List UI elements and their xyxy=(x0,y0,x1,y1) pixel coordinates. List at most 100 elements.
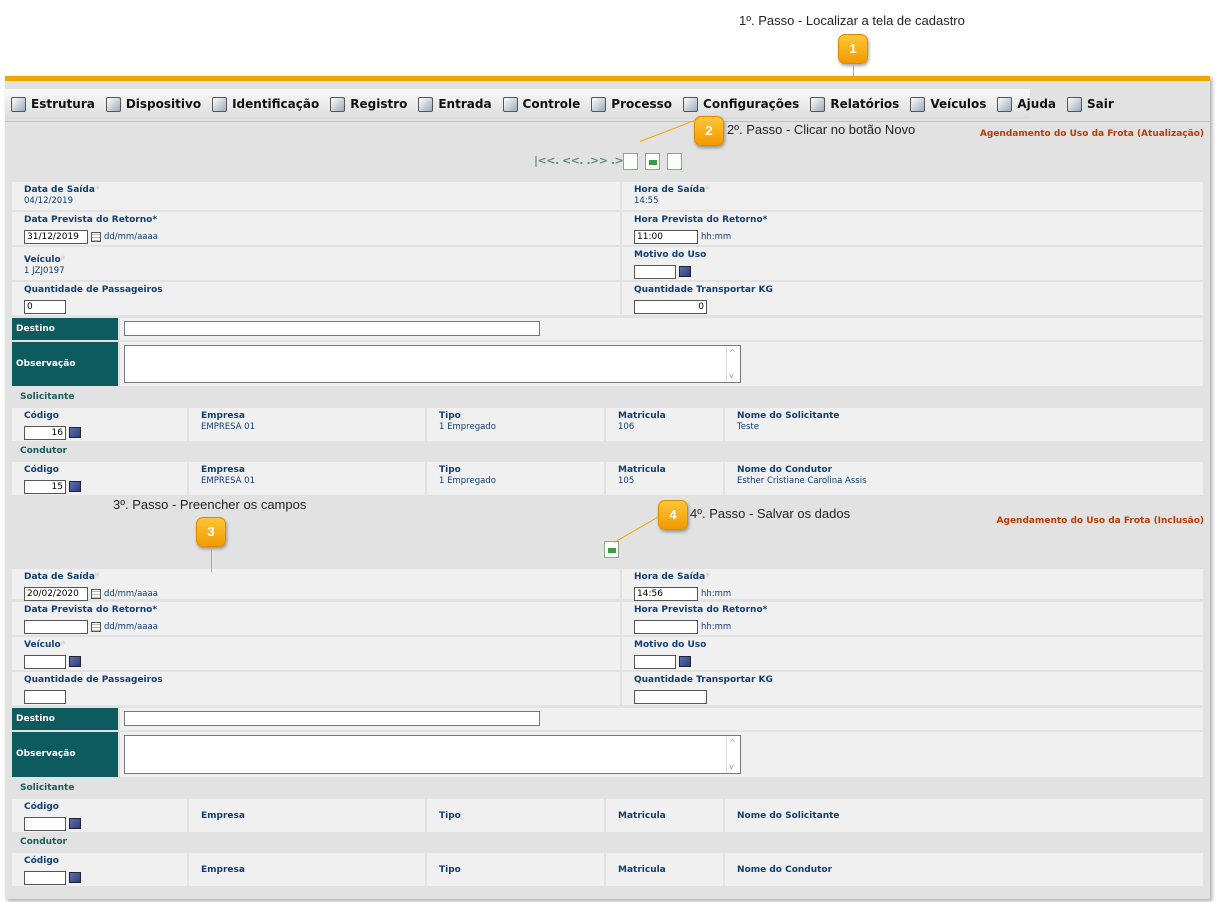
insert-observacao-textarea[interactable]: ^ v xyxy=(124,735,741,774)
control-icon xyxy=(502,96,518,112)
menu-item-sair[interactable]: Sair xyxy=(1067,96,1114,112)
menu-item-identificação[interactable]: Identificação xyxy=(212,96,319,112)
update-hora-retorno-input[interactable]: 11:00 xyxy=(634,229,698,244)
insert-destino-input[interactable] xyxy=(124,711,540,726)
insert-cond-codigo-cell: Código xyxy=(12,853,187,886)
menu-item-processo[interactable]: Processo xyxy=(591,96,672,112)
insert-kg-input[interactable] xyxy=(634,689,707,704)
insert-motivo-cell: Motivo do Uso xyxy=(622,637,1203,670)
update-solicitante-title: Solicitante xyxy=(20,392,75,402)
insert-cond-codigo-label: Código xyxy=(24,856,59,866)
update-passageiros-input[interactable]: 0 xyxy=(24,299,66,314)
time-format-hint: hh:mm xyxy=(701,231,732,242)
insert-data-saida-label: Data de Saída xyxy=(24,572,95,582)
insert-hora-saida-input[interactable]: 14:56 xyxy=(634,586,698,601)
entry-icon xyxy=(418,96,434,112)
insert-sol-codigo-label: Código xyxy=(24,802,59,812)
insert-cond-codigo-input[interactable] xyxy=(24,870,66,885)
time-format-hint: hh:mm xyxy=(701,621,732,632)
calendar-icon[interactable] xyxy=(91,588,101,599)
update-cond-empresa-cell: Empresa EMPRESA 01 xyxy=(189,462,425,495)
update-cond-codigo-label: Código xyxy=(24,465,59,475)
menu-item-relatórios[interactable]: Relatórios xyxy=(810,96,899,112)
insert-motivo-input[interactable] xyxy=(634,654,676,669)
update-sol-matricula-label: Matricula xyxy=(618,411,666,421)
undo-record-button[interactable] xyxy=(667,153,682,170)
register-icon xyxy=(330,96,346,112)
main-menu: Estrutura Dispositivo Identificação Registr… xyxy=(5,89,1114,119)
vehicles-icon xyxy=(910,96,926,112)
update-kg-input[interactable]: 0 xyxy=(634,299,707,314)
step-1-text: 1º. Passo - Localizar a tela de cadastro xyxy=(739,13,965,28)
update-sol-codigo-cell: Código 16 xyxy=(12,408,187,441)
update-veiculo-cell: Veículo* 1 JZJ0197 xyxy=(12,247,620,280)
insert-sol-codigo-input[interactable] xyxy=(24,816,66,831)
insert-destino-label: Destino xyxy=(12,708,118,730)
insert-data-retorno-input[interactable] xyxy=(24,619,88,634)
update-form-title: Agendamento do Uso da Frota (Atualização… xyxy=(979,129,1204,139)
time-format-hint: hh:mm xyxy=(701,588,732,599)
menu-item-dispositivo[interactable]: Dispositivo xyxy=(105,96,202,112)
update-sol-nome-value: Teste xyxy=(737,422,759,432)
update-data-saida-label: Data de Saída xyxy=(24,185,95,195)
new-record-button[interactable] xyxy=(623,153,638,170)
menu-item-configurações[interactable]: Configurações xyxy=(683,96,799,112)
update-observacao-cell: ^ v xyxy=(120,342,1203,386)
textarea-scrollbar[interactable]: ^ v xyxy=(726,736,740,773)
insert-passageiros-input[interactable] xyxy=(24,689,66,704)
update-sol-empresa-label: Empresa xyxy=(201,411,245,421)
update-cond-codigo-input[interactable]: 15 xyxy=(24,479,66,494)
lookup-icon[interactable] xyxy=(679,266,691,277)
insert-cond-nome-cell: Nome do Condutor xyxy=(725,853,1203,886)
menu-item-label: Dispositivo xyxy=(125,97,202,111)
reports-icon xyxy=(810,96,826,112)
insert-veiculo-input[interactable] xyxy=(24,654,66,669)
insert-destino-cell xyxy=(120,708,1203,730)
lookup-icon[interactable] xyxy=(69,481,81,492)
update-motivo-input[interactable] xyxy=(634,264,676,279)
update-destino-cell xyxy=(120,318,1203,340)
menu-item-label: Controle xyxy=(522,97,581,111)
insert-cond-tipo-cell: Tipo xyxy=(427,853,604,886)
update-passageiros-cell: Quantidade de Passageiros 0 xyxy=(12,282,620,315)
menu-item-ajuda[interactable]: Ajuda xyxy=(997,96,1056,112)
lookup-icon[interactable] xyxy=(679,656,691,667)
lookup-icon[interactable] xyxy=(69,427,81,438)
update-kg-cell: Quantidade Transportar KG 0 xyxy=(622,282,1203,315)
update-kg-label: Quantidade Transportar KG xyxy=(634,285,773,295)
insert-sol-matricula-cell: Matricula xyxy=(606,799,723,832)
menu-item-controle[interactable]: Controle xyxy=(502,96,581,112)
insert-cond-nome-label: Nome do Condutor xyxy=(737,865,833,875)
update-cond-matricula-cell: Matricula 105 xyxy=(606,462,723,495)
update-data-saida-cell: Data de Saída* 04/12/2019 xyxy=(12,182,620,210)
lookup-icon[interactable] xyxy=(69,872,81,883)
lookup-icon[interactable] xyxy=(69,818,81,829)
update-observacao-textarea[interactable]: ^ v xyxy=(124,345,741,383)
menu-item-estrutura[interactable]: Estrutura xyxy=(11,96,95,112)
insert-data-saida-input[interactable]: 20/02/2020 xyxy=(24,586,88,601)
update-data-retorno-input[interactable]: 31/12/2019 xyxy=(24,229,88,244)
insert-hora-saida-cell: Hora de Saída* 14:56 hh:mm xyxy=(622,569,1203,601)
update-hora-retorno-cell: Hora Prevista do Retorno* 11:00 hh:mm xyxy=(622,212,1203,245)
save-record-button[interactable] xyxy=(645,153,660,170)
update-passageiros-label: Quantidade de Passageiros xyxy=(24,285,163,295)
save-new-record-button[interactable] xyxy=(604,541,619,558)
calendar-icon[interactable] xyxy=(91,231,101,242)
update-motivo-cell: Motivo do Uso xyxy=(622,247,1203,280)
menu-item-entrada[interactable]: Entrada xyxy=(418,96,492,112)
update-cond-tipo-value: 1 Empregado xyxy=(439,476,496,486)
textarea-scrollbar[interactable]: ^ v xyxy=(726,346,740,382)
update-sol-codigo-input[interactable]: 16 xyxy=(24,425,66,440)
lookup-icon[interactable] xyxy=(69,656,81,667)
calendar-icon[interactable] xyxy=(91,621,101,632)
update-hora-saida-label: Hora de Saída xyxy=(634,185,706,195)
menu-item-registro[interactable]: Registro xyxy=(330,96,407,112)
insert-passageiros-cell: Quantidade de Passageiros xyxy=(12,672,620,705)
insert-hora-retorno-input[interactable] xyxy=(634,619,698,634)
update-sol-empresa-cell: Empresa EMPRESA 01 xyxy=(189,408,425,441)
menu-item-label: Entrada xyxy=(438,97,492,111)
update-destino-input[interactable] xyxy=(124,321,540,336)
record-navigation[interactable]: |<<. <<. .>> .>>| xyxy=(534,154,636,167)
insert-sol-nome-label: Nome do Solicitante xyxy=(737,811,840,821)
menu-item-veículos[interactable]: Veículos xyxy=(910,96,986,112)
